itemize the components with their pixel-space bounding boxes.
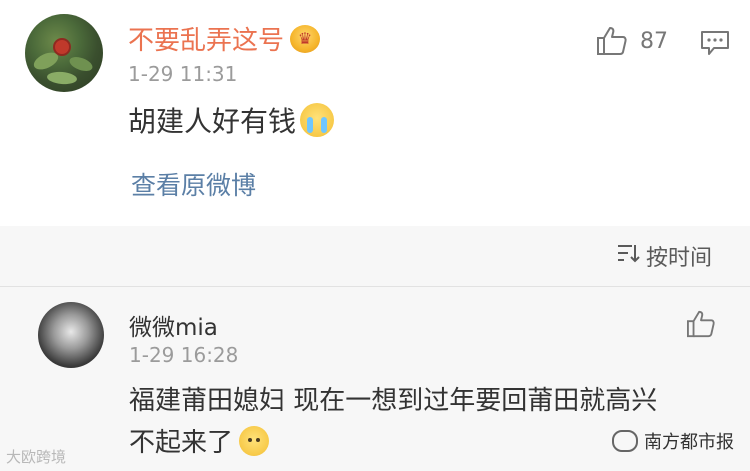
thumbs-up-icon [596,26,628,56]
comment-bubble-icon[interactable] [700,30,730,60]
avatar-leaf [31,49,61,73]
like-count: 87 [640,28,668,54]
view-original-link[interactable]: 查看原微博 [131,166,256,202]
reply-text-line: 福建莆田媳妇 现在一想到过年要回莆田就高兴 [129,386,658,416]
reply-timestamp: 1-29 16:28 [129,343,239,367]
comment-text: 胡建人好有钱 [128,100,335,140]
sort-by-time-button[interactable]: 按时间 [616,240,712,272]
crown-badge-icon: ♛ [290,24,321,53]
comment-text-content: 胡建人好有钱 [128,105,297,138]
avatar-flower [55,40,69,54]
avatar[interactable] [25,14,103,92]
reply-like-button[interactable] [686,310,716,338]
watermark-left: 大欧跨境 [6,448,67,466]
wechat-icon [612,430,638,452]
sort-icon [616,242,640,270]
divider [0,286,750,287]
reply-avatar[interactable] [38,302,104,368]
timestamp: 1-29 11:31 [128,62,238,86]
thumbs-up-icon [686,310,716,338]
crying-emoji-icon [300,103,335,137]
sort-label: 按时间 [646,246,713,271]
like-button[interactable]: 87 [596,26,668,56]
watermark-right: 南方都市报 [612,428,734,454]
main-comment-panel: 不要乱弄这号 ♛ 1-29 11:31 胡建人好有钱 查看原微博 87 [0,0,750,226]
blush-emoji-icon [239,425,270,456]
username[interactable]: 不要乱弄这号 ♛ [128,20,321,57]
reply-text-line: 不起来了 [129,422,270,459]
avatar-leaf [46,70,78,86]
reply-text-line2: 不起来了 [129,428,234,458]
username-text[interactable]: 不要乱弄这号 [128,20,284,57]
avatar-leaf [67,54,95,74]
reply-username[interactable]: 微微mia [129,308,218,342]
watermark-right-text: 南方都市报 [644,432,734,453]
